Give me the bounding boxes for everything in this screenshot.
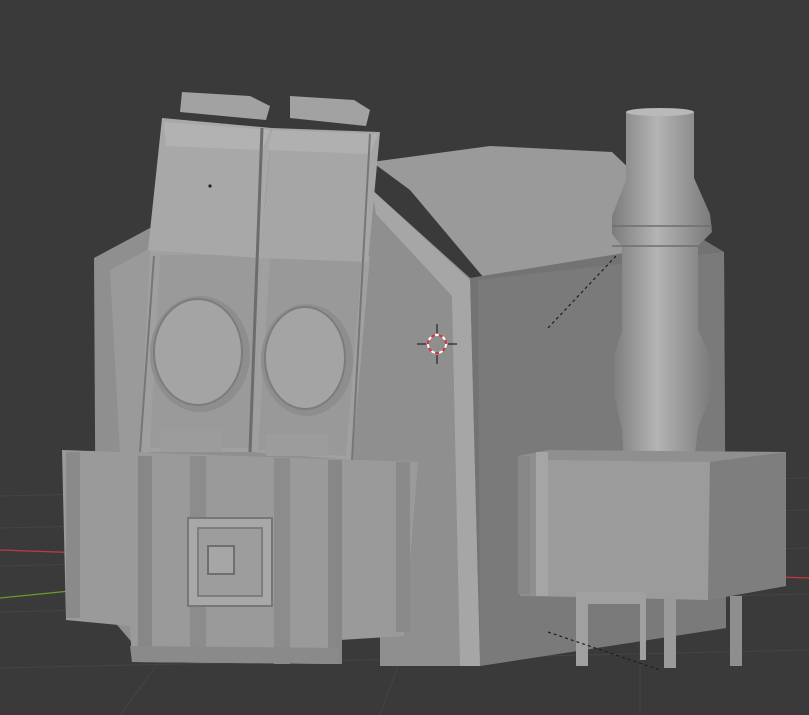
3d-viewport[interactable] [0,0,809,715]
exhaust-stack[interactable] [612,108,712,462]
origin-point [208,184,212,188]
front-hopper[interactable] [62,450,418,664]
twin-lid-cylinders[interactable] [139,92,380,461]
viewport-scene[interactable] [0,0,809,715]
